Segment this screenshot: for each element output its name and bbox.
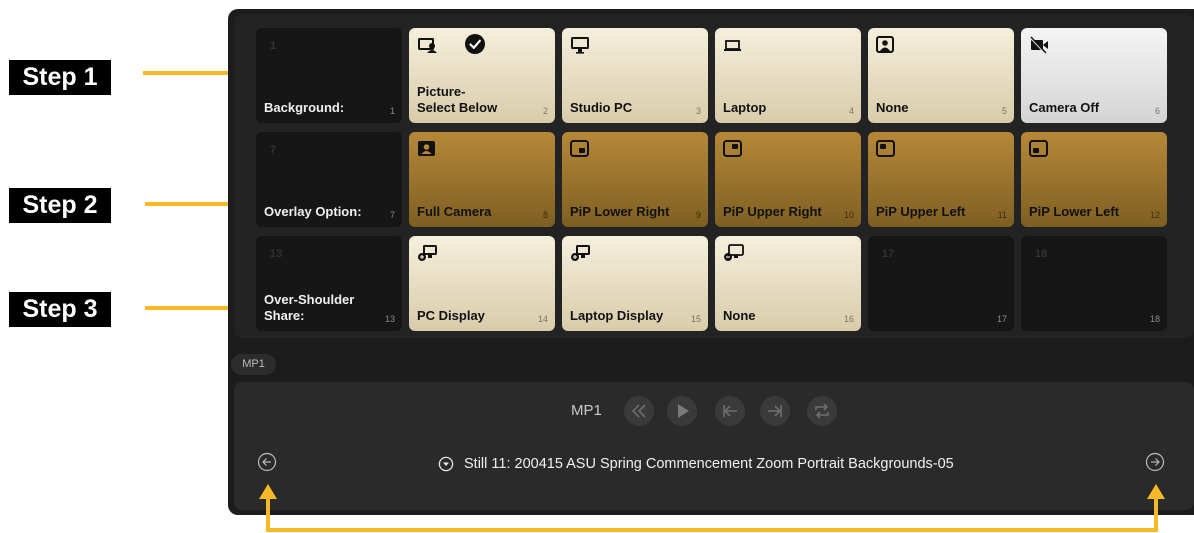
tile-1-background[interactable]: 1 Background: 1 — [256, 28, 402, 123]
tile-8-full-camera[interactable]: Full Camera 8 — [409, 132, 555, 227]
tile-number: 2 — [542, 106, 548, 116]
tile-number: 9 — [695, 210, 701, 220]
tile-label: Overlay Option: — [264, 204, 362, 219]
tile-label: Full Camera — [417, 204, 492, 219]
tile-number: 15 — [690, 314, 701, 324]
skip-to-start-icon[interactable] — [715, 396, 745, 426]
pip-upper-right-icon — [723, 140, 743, 158]
step-1-label: Step 1 — [9, 60, 111, 95]
tile-label: PiP Upper Left — [876, 204, 966, 219]
tile-3-studio-pc[interactable]: Studio PC 3 — [562, 28, 708, 123]
pip-upper-left-icon — [876, 140, 896, 158]
add-display-icon — [417, 244, 437, 262]
media-status-text[interactable]: Still 11: 200415 ASU Spring Commencement… — [464, 455, 954, 474]
tile-2-picture-select-below[interactable]: Picture- Select Below 2 — [409, 28, 555, 123]
tile-label: Studio PC — [570, 100, 633, 115]
tile-4-laptop[interactable]: Laptop 4 — [715, 28, 861, 123]
tile-number: 11 — [997, 210, 1007, 220]
camera-off-icon — [1029, 36, 1049, 54]
tile-5-none[interactable]: None 5 — [868, 28, 1014, 123]
tile-17-empty[interactable]: 17 17 — [868, 236, 1014, 331]
media-player-title: MP1 — [571, 402, 602, 419]
full-camera-icon — [417, 140, 437, 158]
tile-9-pip-lower-right[interactable]: PiP Lower Right 9 — [562, 132, 708, 227]
tile-label: Background: — [264, 100, 345, 115]
dropdown-circle-icon[interactable] — [438, 456, 454, 472]
tile-number: 12 — [1149, 210, 1160, 220]
tile-label: None — [723, 308, 756, 323]
tile-top-number: 17 — [882, 248, 895, 260]
tile-label: Laptop — [723, 100, 767, 115]
tile-14-pc-display[interactable]: PC Display 14 — [409, 236, 555, 331]
next-arrow-icon[interactable] — [1145, 452, 1165, 472]
tile-label: PiP Lower Right — [570, 204, 670, 219]
tile-18-empty[interactable]: 18 18 — [1021, 236, 1167, 331]
step-3-label: Step 3 — [9, 292, 111, 327]
tile-number: 3 — [695, 106, 701, 116]
tile-number: 6 — [1154, 106, 1160, 116]
media-player-panel — [234, 382, 1194, 510]
tile-top-number: 13 — [270, 248, 283, 260]
tile-label: Laptop Display — [570, 308, 664, 323]
tile-label: None — [876, 100, 909, 115]
step-2-label: Step 2 — [9, 188, 111, 223]
tile-number: 5 — [1001, 106, 1007, 116]
tile-13-over-shoulder-share[interactable]: 13 Over-Shoulder Share: 13 — [256, 236, 402, 331]
tile-number: 1 — [389, 106, 395, 116]
tile-number: 13 — [384, 314, 395, 324]
tile-16-none[interactable]: None 16 — [715, 236, 861, 331]
tile-number: 7 — [389, 210, 395, 220]
rewind-icon[interactable] — [624, 396, 654, 426]
tile-11-pip-upper-left[interactable]: PiP Upper Left 11 — [868, 132, 1014, 227]
tile-label: PiP Upper Right — [723, 204, 822, 219]
tile-number: 14 — [537, 314, 548, 324]
tile-10-pip-upper-right[interactable]: PiP Upper Right 10 — [715, 132, 861, 227]
tile-number: 8 — [542, 210, 548, 220]
add-display-icon — [570, 244, 590, 262]
tile-number: 16 — [843, 314, 854, 324]
remove-display-icon — [723, 244, 744, 262]
tile-top-number: 18 — [1035, 248, 1048, 260]
tile-top-number: 1 — [270, 40, 277, 52]
person-icon — [876, 36, 896, 54]
tile-label: PiP Lower Left — [1029, 204, 1120, 219]
tile-number: 10 — [843, 210, 854, 220]
tile-7-overlay-option[interactable]: 7 Overlay Option: 7 — [256, 132, 402, 227]
previous-arrow-icon[interactable] — [257, 452, 277, 472]
desktop-icon — [570, 36, 590, 54]
pip-lower-right-icon — [570, 140, 590, 158]
skip-to-end-icon[interactable] — [760, 396, 790, 426]
tile-label: PC Display — [417, 308, 485, 323]
tile-number: 4 — [848, 106, 854, 116]
tile-12-pip-lower-left[interactable]: PiP Lower Left 12 — [1021, 132, 1167, 227]
mp1-tab[interactable]: MP1 — [231, 354, 276, 375]
checkmark-icon — [464, 33, 486, 55]
tile-number: 18 — [1149, 314, 1160, 324]
loop-icon[interactable] — [807, 396, 837, 426]
tile-6-camera-off[interactable]: Camera Off 6 — [1021, 28, 1167, 123]
tile-label: Picture- Select Below — [417, 84, 498, 115]
tile-15-laptop-display[interactable]: Laptop Display 15 — [562, 236, 708, 331]
pip-lower-left-icon — [1029, 140, 1049, 158]
picture-icon — [417, 36, 437, 54]
tile-label: Camera Off — [1029, 100, 1100, 115]
tile-top-number: 7 — [270, 144, 277, 156]
tile-label: Over-Shoulder Share: — [264, 292, 355, 323]
play-icon[interactable] — [667, 396, 697, 426]
tile-number: 17 — [996, 314, 1007, 324]
laptop-icon — [723, 36, 743, 54]
